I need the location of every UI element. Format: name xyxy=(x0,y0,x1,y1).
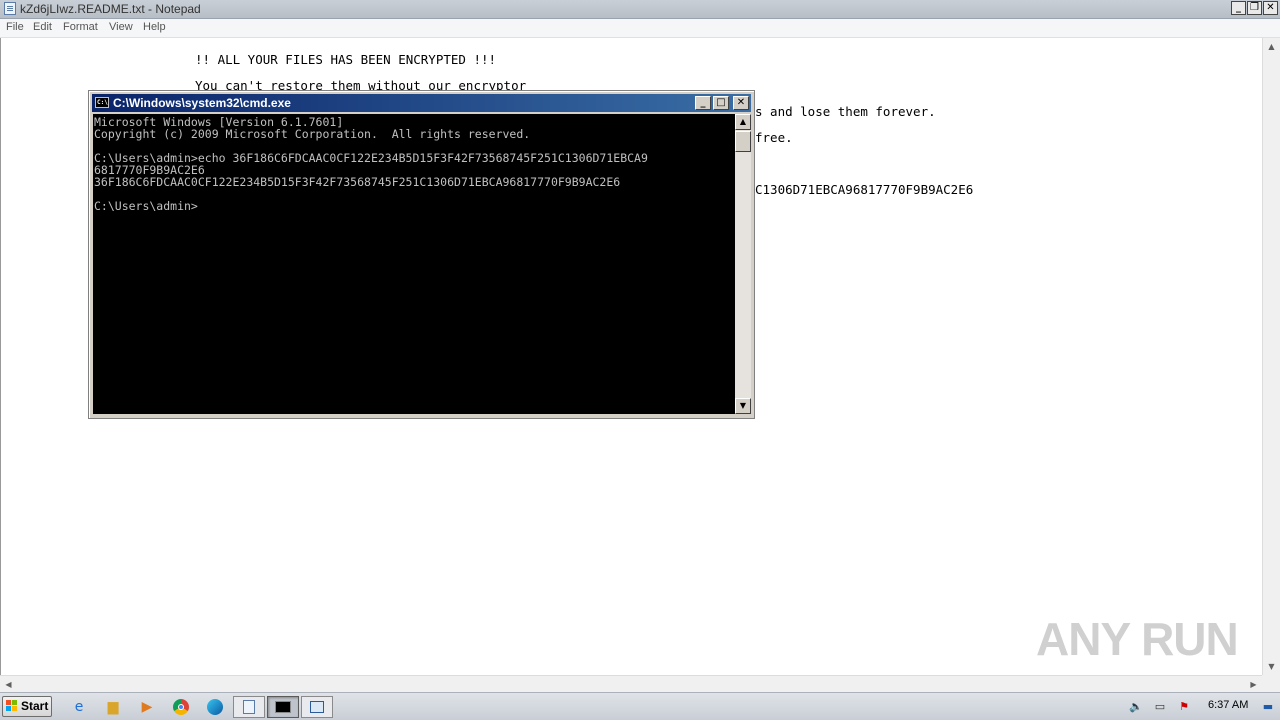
chrome-icon[interactable] xyxy=(171,697,191,717)
notepad-menubar: File Edit Format View Help xyxy=(0,19,1280,38)
console-line: 36F186C6FDCAAC0CF122E234B5D15F3F42F73568… xyxy=(94,175,621,189)
cmd-scroll-down-arrow-icon[interactable]: ▼ xyxy=(735,398,751,414)
menu-help[interactable]: Help xyxy=(143,21,166,33)
scroll-up-arrow-icon[interactable]: ▲ xyxy=(1263,38,1280,55)
menu-edit[interactable]: Edit xyxy=(33,21,52,33)
cmd-taskbar-button[interactable] xyxy=(267,696,299,718)
close-button[interactable]: ✕ xyxy=(1263,1,1278,15)
cmd-titlebar[interactable]: C:\ C:\Windows\system32\cmd.exe _ □ ✕ xyxy=(92,94,751,112)
media-player-icon[interactable]: ▶ xyxy=(137,697,157,717)
console-prompt: C:\Users\admin> xyxy=(94,199,198,213)
cmd-maximize-button[interactable]: □ xyxy=(713,96,729,110)
notepad-vertical-scrollbar[interactable]: ▲ ▼ xyxy=(1262,38,1280,675)
anyrun-watermark: ANY RUN xyxy=(1036,613,1239,665)
console-line: Copyright (c) 2009 Microsoft Corporation… xyxy=(94,127,531,141)
start-label: Start xyxy=(21,699,49,713)
start-button[interactable]: Start xyxy=(2,696,52,717)
scroll-right-arrow-icon[interactable]: ▶ xyxy=(1245,676,1262,693)
note-line: C1306D71EBCA96817770F9B9AC2E6 xyxy=(755,182,974,197)
remote-desktop-taskbar-button[interactable] xyxy=(301,696,333,718)
volume-icon[interactable]: 🔈 xyxy=(1128,699,1144,715)
system-tray: 🔈 ▭ ⚑ 6:37 AM ▬ xyxy=(1124,696,1280,718)
minimize-button[interactable]: _ xyxy=(1231,1,1246,15)
maximize-button[interactable]: ❐ xyxy=(1247,1,1262,15)
network-icon[interactable]: ▭ xyxy=(1152,699,1168,715)
cmd-vertical-scrollbar[interactable]: ▲ ▼ xyxy=(735,114,751,414)
cmd-window: C:\ C:\Windows\system32\cmd.exe _ □ ✕ Mi… xyxy=(88,90,755,419)
cmd-icon xyxy=(275,701,291,713)
scroll-down-arrow-icon[interactable]: ▼ xyxy=(1263,658,1280,675)
notepad-icon xyxy=(243,700,255,714)
scrollbar-corner xyxy=(1262,675,1280,692)
cmd-scroll-thumb[interactable] xyxy=(735,131,751,152)
notepad-title: kZd6jLIwz.README.txt - Notepad xyxy=(20,2,201,16)
edge-icon[interactable] xyxy=(205,697,225,717)
scroll-left-arrow-icon[interactable]: ◀ xyxy=(0,676,17,693)
cmd-minimize-button[interactable]: _ xyxy=(695,96,711,110)
menu-file[interactable]: File xyxy=(6,21,24,33)
clock[interactable]: 6:37 AM xyxy=(1208,699,1248,711)
windows-flag-icon xyxy=(6,700,18,712)
notepad-titlebar[interactable]: kZd6jLIwz.README.txt - Notepad _ ❐ ✕ xyxy=(0,0,1280,19)
remote-desktop-icon xyxy=(310,701,324,713)
action-center-icon[interactable]: ⚑ xyxy=(1176,699,1192,715)
note-line: s and lose them forever. xyxy=(755,104,936,119)
cmd-scroll-up-arrow-icon[interactable]: ▲ xyxy=(735,114,751,130)
cmd-icon: C:\ xyxy=(95,97,109,108)
notepad-icon xyxy=(4,2,16,15)
note-line: free. xyxy=(755,130,793,145)
taskbar: Start e ▆ ▶ 🔈 ▭ ⚑ 6:37 AM ▬ xyxy=(0,692,1280,720)
internet-explorer-icon[interactable]: e xyxy=(69,697,89,717)
note-line: !! ALL YOUR FILES HAS BEEN ENCRYPTED !!! xyxy=(195,52,497,67)
file-explorer-icon[interactable]: ▆ xyxy=(103,697,123,717)
menu-format[interactable]: Format xyxy=(63,21,98,33)
notepad-taskbar-button[interactable] xyxy=(233,696,265,718)
notepad-horizontal-scrollbar[interactable]: ◀ ▶ xyxy=(0,675,1262,692)
cmd-console[interactable]: Microsoft Windows [Version 6.1.7601] Cop… xyxy=(93,114,735,414)
menu-view[interactable]: View xyxy=(109,21,133,33)
show-desktop-icon[interactable]: ▬ xyxy=(1260,699,1276,715)
cmd-close-button[interactable]: ✕ xyxy=(733,96,749,110)
cmd-title: C:\Windows\system32\cmd.exe xyxy=(113,96,291,110)
